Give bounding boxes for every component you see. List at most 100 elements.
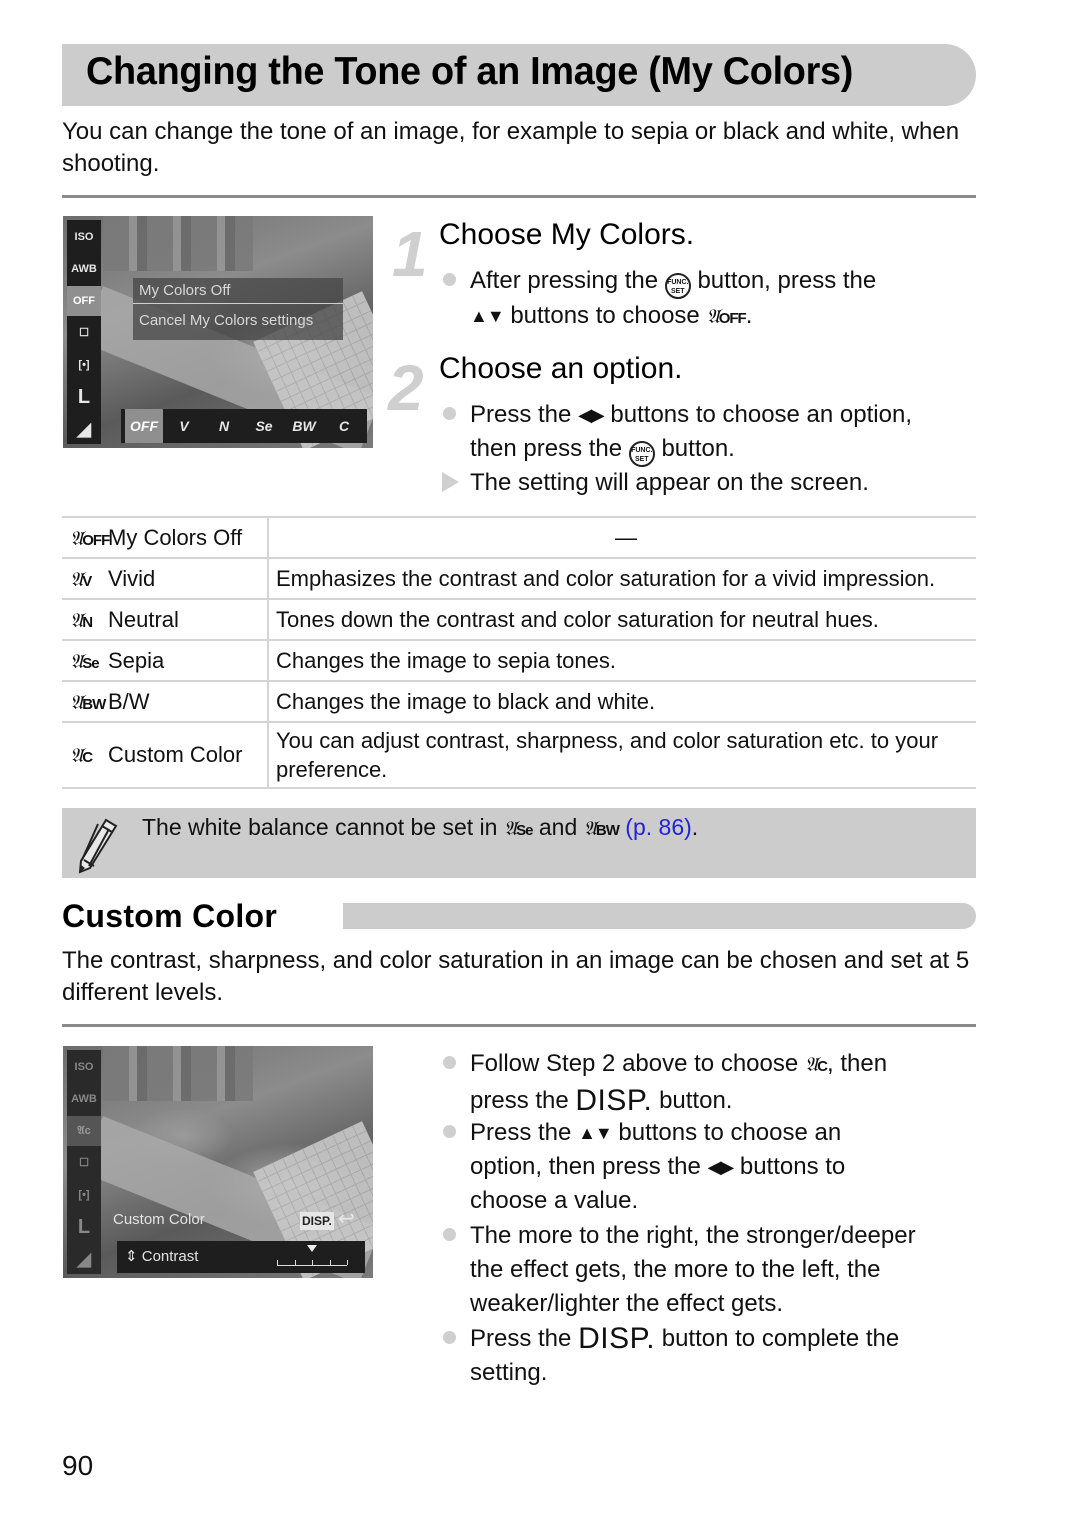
- option-name-cell: 𝔄OFFMy Colors Off: [62, 516, 269, 559]
- step-1-title: Choose My Colors.: [439, 218, 695, 251]
- custom-color-intro: The contrast, sharpness, and color satur…: [62, 947, 970, 1006]
- camera-screen-my-colors: ISO AWB OFF ☐ [•] L ◢ My Colors Off Canc…: [63, 216, 373, 448]
- option-custom-icon: C: [338, 418, 350, 434]
- option-vivid-icon: V: [179, 418, 189, 434]
- menu-title: My Colors Off: [133, 278, 343, 304]
- contrast-control: ⇕ Contrast: [117, 1241, 365, 1273]
- iso-auto-icon: ISO: [74, 231, 94, 243]
- up-down-arrows-icon: ▲▼: [470, 306, 505, 326]
- page-title: Changing the Tone of an Image (My Colors…: [86, 50, 854, 93]
- page-number: 90: [62, 1450, 94, 1481]
- menu-description: Cancel My Colors settings: [139, 312, 314, 329]
- result-arrow-icon: [442, 472, 459, 492]
- bullet-dot: [443, 1228, 456, 1241]
- bullet-dot: [443, 407, 456, 420]
- awb-icon: AWB: [71, 1093, 97, 1105]
- text: then press the: [470, 435, 623, 462]
- slider-tick: [347, 1260, 348, 1265]
- pencil-icon: [78, 818, 118, 874]
- slider-tick: [277, 1260, 278, 1265]
- option-name-cell: 𝔄BW B/W: [62, 680, 269, 723]
- text: Press the: [470, 401, 572, 428]
- compression-icon: ◢: [77, 419, 91, 439]
- slider-tick: [312, 1260, 313, 1265]
- bullet-dot: [443, 1125, 456, 1138]
- divider: [62, 1024, 976, 1027]
- table-row: 𝔄OFFMy Colors Off —: [62, 516, 976, 559]
- divider: [62, 195, 976, 198]
- my-colors-se-icon: 𝔄Se: [70, 650, 100, 673]
- compression-icon: ◢: [77, 1249, 91, 1269]
- table-row: 𝔄Se Sepia Changes the image to sepia tones…: [62, 639, 976, 682]
- option-off-icon: OFF: [125, 409, 163, 443]
- drive-mode-icon: ☐: [79, 1157, 89, 1169]
- my-colors-options-table: 𝔄OFFMy Colors Off — 𝔄V Vivid Emphasizes the …: [62, 516, 976, 789]
- my-colors-bw-icon: 𝔄BW: [70, 691, 106, 714]
- iso-auto-icon: ISO: [74, 1061, 94, 1073]
- option-name: Custom Color: [108, 742, 243, 767]
- my-colors-off-icon: OFF: [67, 286, 101, 316]
- func-set-button-icon: FUNC. SET: [628, 441, 655, 467]
- camera-left-menu: ISO AWB 𝔄c ☐ [•] L ◢: [67, 1050, 101, 1274]
- metering-icon: [•]: [78, 1189, 90, 1201]
- camera-menu-popup: My Colors Off Cancel My Colors settings: [133, 278, 343, 340]
- drive-mode-icon: ☐: [79, 327, 89, 339]
- option-description: —: [268, 516, 976, 559]
- bullet-dot: [443, 273, 456, 286]
- step-2-result: The setting will appear on the screen.: [470, 469, 869, 496]
- awb-icon: AWB: [71, 263, 97, 275]
- bullet-dot: [443, 1331, 456, 1344]
- bw-icon: 𝔄BW: [583, 818, 620, 840]
- bullet-dot: [443, 1056, 456, 1069]
- option-name: My Colors Off: [108, 524, 243, 550]
- option-name: Vivid: [108, 565, 156, 591]
- resolution-icon: L: [77, 386, 91, 408]
- heading-bar: [343, 903, 976, 929]
- page-reference-link[interactable]: (p. 86): [625, 814, 691, 840]
- custom-color-icon: 𝔄c: [67, 1116, 101, 1146]
- step-2-title: Choose an option.: [439, 352, 683, 385]
- option-description: Changes the image to black and white.: [268, 680, 976, 723]
- option-neutral-icon: N: [218, 418, 230, 434]
- option-description: Tones down the contrast and color satura…: [268, 598, 976, 641]
- table-row: 𝔄C Custom Color You can adjust contrast, s…: [62, 721, 976, 789]
- sepia-icon: 𝔄Se: [503, 818, 534, 840]
- text: button, press the: [697, 267, 877, 294]
- slider-tick: [294, 1260, 296, 1265]
- note-text: The white balance cannot be set in 𝔄Se a…: [142, 814, 699, 840]
- option-name-cell: 𝔄Se Sepia: [62, 639, 269, 682]
- step-number-1: 1: [392, 218, 428, 290]
- option-bw-icon: BW: [292, 418, 316, 434]
- table-row: 𝔄V Vivid Emphasizes the contrast and color…: [62, 557, 976, 600]
- text: After pressing the: [470, 267, 659, 294]
- step-1-bullet: After pressing the FUNC. SET button, pres…: [470, 264, 980, 336]
- option-name: Neutral: [108, 606, 179, 632]
- return-arrow-icon: ↩: [338, 1208, 355, 1230]
- option-name: B/W: [108, 688, 150, 714]
- my-colors-v-icon: 𝔄V: [70, 568, 92, 591]
- option-description: Changes the image to sepia tones.: [268, 639, 976, 682]
- title-banner: Changing the Tone of an Image (My Colors…: [62, 44, 976, 106]
- camera-left-menu: ISO AWB OFF ☐ [•] L ◢: [67, 220, 101, 444]
- text: buttons to choose: [510, 302, 700, 329]
- option-description: Emphasizes the contrast and color satura…: [268, 557, 976, 600]
- camera-screen-custom-color: ISO AWB 𝔄c ☐ [•] L ◢ Custom Color DISP. …: [63, 1046, 373, 1278]
- option-name: Sepia: [108, 647, 165, 673]
- my-colors-off-icon: 𝔄OFF: [706, 306, 746, 328]
- option-sepia-icon: Se: [255, 418, 273, 434]
- table-row: 𝔄BW B/W Changes the image to black and whi…: [62, 680, 976, 723]
- up-down-arrows-icon: ▲▼: [578, 1123, 613, 1143]
- custom-bullet-4: Press the DISP. button to complete the s…: [470, 1322, 900, 1386]
- custom-color-heading: Custom Color: [62, 898, 278, 934]
- disp-button-icon: DISP.: [300, 1212, 334, 1230]
- text: button.: [661, 435, 735, 462]
- disp-button-icon: DISP.: [578, 1322, 656, 1355]
- slider-marker[interactable]: [307, 1245, 317, 1252]
- text: buttons to choose an option,: [610, 401, 912, 428]
- step-number-2: 2: [388, 352, 424, 424]
- intro-paragraph: You can change the tone of an image, for…: [62, 118, 960, 177]
- option-name-cell: 𝔄N Neutral: [62, 598, 269, 641]
- custom-bullet-2: Press the ▲▼ buttons to choose an option…: [470, 1119, 846, 1214]
- resolution-icon: L: [77, 1216, 91, 1238]
- contrast-slider[interactable]: [277, 1245, 348, 1266]
